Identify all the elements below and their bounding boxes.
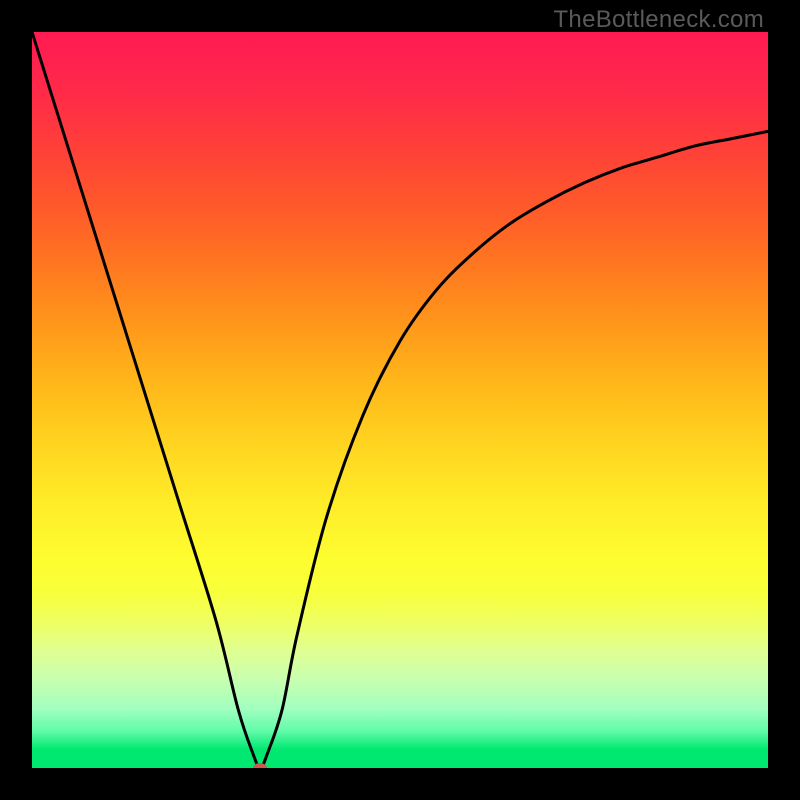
optimal-point-marker (253, 763, 267, 768)
bottleneck-curve-path (32, 32, 768, 768)
chart-curve-svg (32, 32, 768, 768)
chart-plot-area (32, 32, 768, 768)
watermark-text: TheBottleneck.com (553, 6, 764, 34)
